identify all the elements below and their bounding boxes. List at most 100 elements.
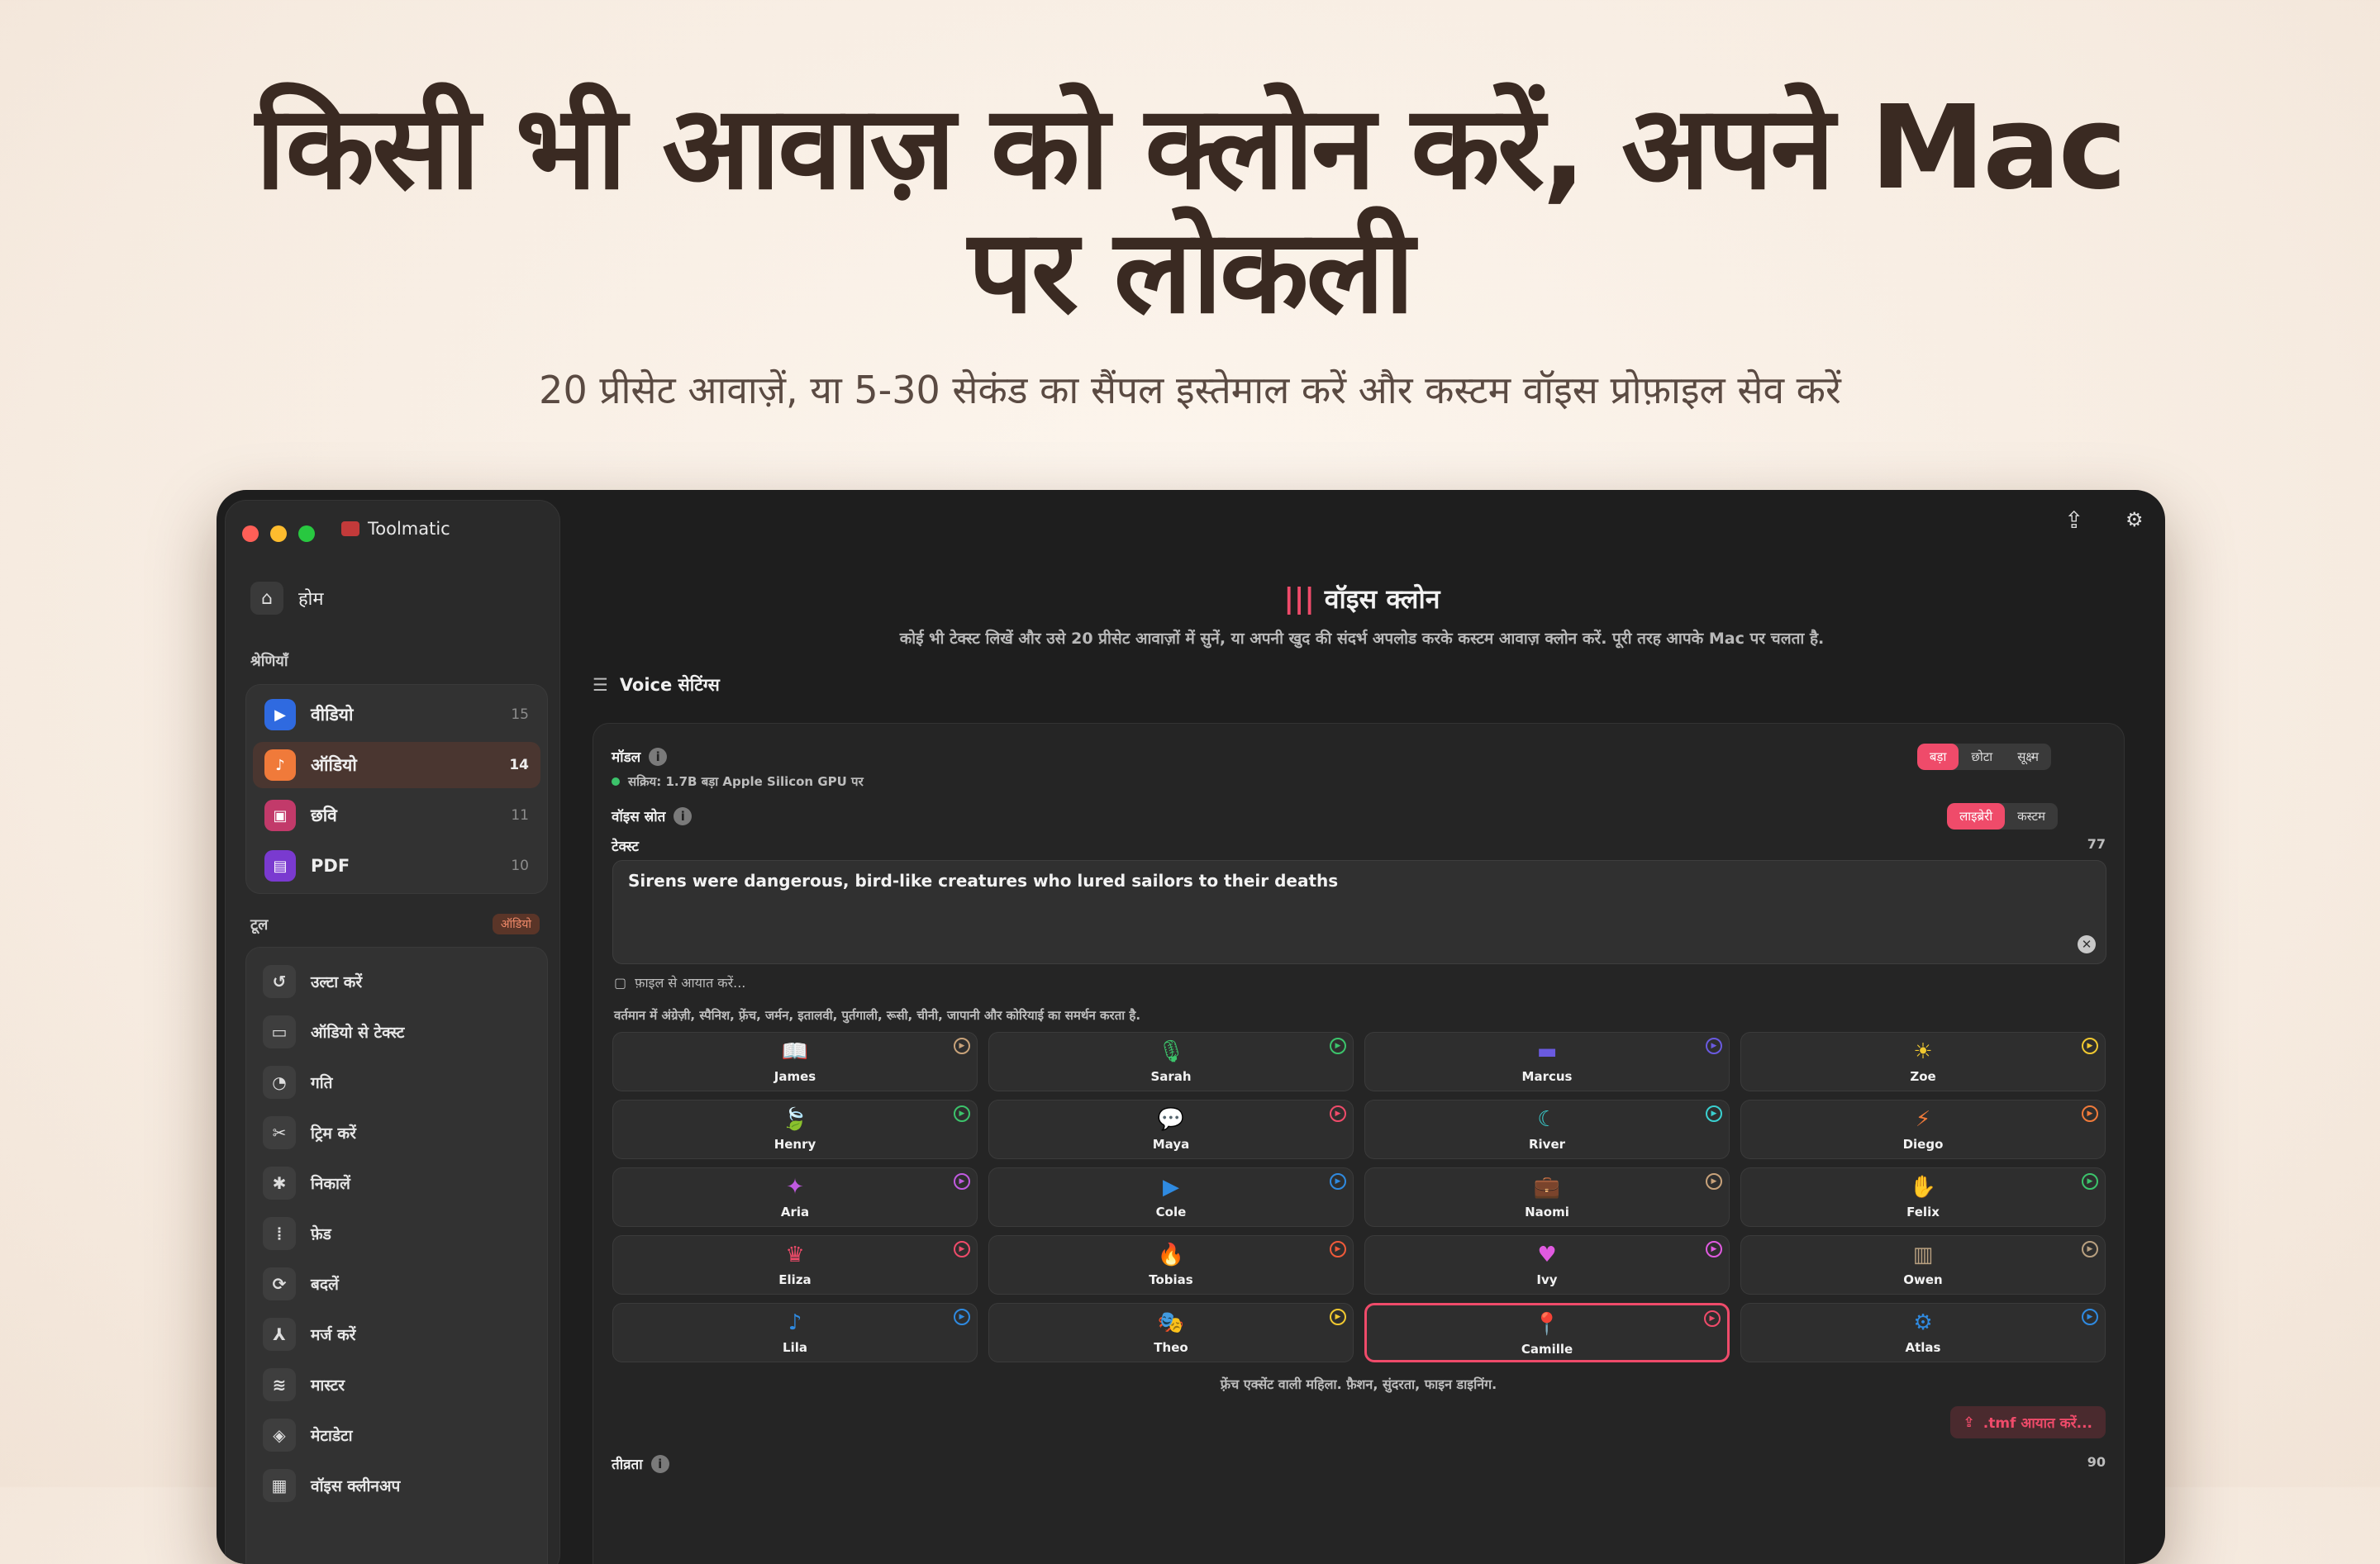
voice-card-owen[interactable]: ▥ Owen ▶ [1740, 1235, 2106, 1295]
sidebar-tool-master[interactable]: ≋ मास्टर [263, 1364, 345, 1405]
sidebar-tool-audio-to-text[interactable]: ▭ ऑडियो से टेक्स्ट [263, 1011, 404, 1053]
voice-card-henry[interactable]: 🍃 Henry ▶ [612, 1100, 978, 1159]
window-controls [242, 525, 315, 542]
category-count: 15 [511, 706, 529, 723]
play-preview-icon[interactable]: ▶ [1704, 1310, 1721, 1327]
voice-avatar-icon: 📍 [1533, 1312, 1561, 1337]
tools-label: टूल [250, 915, 269, 934]
categories-label: श्रेणियाँ [250, 653, 288, 670]
play-preview-icon[interactable]: ▶ [954, 1241, 970, 1257]
sidebar-item-pdf[interactable]: ▤ PDF 10 [253, 843, 540, 889]
minimize-window-button[interactable] [270, 525, 287, 542]
source-option-library[interactable]: लाइब्रेरी [1947, 803, 2006, 830]
play-preview-icon[interactable]: ▶ [1706, 1241, 1722, 1257]
voice-card-aria[interactable]: ✦ Aria ▶ [612, 1167, 978, 1227]
source-option-custom[interactable]: कस्टम [2005, 803, 2058, 830]
voice-avatar-icon: 🍃 [781, 1107, 809, 1132]
text-char-count: 77 [2087, 836, 2106, 852]
app-window: Toolmatic ⌂ होम श्रेणियाँ ▶ वीडियो 15 ♪ … [217, 490, 2165, 1564]
clear-text-button[interactable]: ✕ [2078, 935, 2096, 953]
voice-card-eliza[interactable]: ♛ Eliza ▶ [612, 1235, 978, 1295]
voice-card-sarah[interactable]: 🎙 Sarah ▶ [988, 1032, 1354, 1091]
share-icon[interactable]: ⇪ [2064, 506, 2083, 534]
play-preview-icon[interactable]: ▶ [1330, 1038, 1346, 1054]
voice-card-james[interactable]: 📖 James ▶ [612, 1032, 978, 1091]
voice-card-atlas[interactable]: ⚙ Atlas ▶ [1740, 1303, 2106, 1362]
language-support-note: वर्तमान में अंग्रेज़ी, स्पैनिश, फ़्रेंच,… [614, 1008, 1141, 1023]
import-from-file-link[interactable]: ▢ फ़ाइल से आयात करें... [614, 973, 745, 991]
voice-card-cole[interactable]: ▶ Cole ▶ [988, 1167, 1354, 1227]
play-preview-icon[interactable]: ▶ [954, 1038, 970, 1054]
model-option-small[interactable]: छोटा [1959, 744, 2005, 770]
play-preview-icon[interactable]: ▶ [1706, 1038, 1722, 1054]
voice-card-camille[interactable]: 📍 Camille ▶ [1364, 1303, 1730, 1362]
info-icon[interactable]: i [650, 1454, 669, 1473]
import-tmf-label: .tmf आयात करें... [1983, 1415, 2092, 1432]
voice-source-label: वॉइस स्रोत i [612, 806, 693, 825]
text-input[interactable]: Sirens were dangerous, bird-like creatur… [612, 860, 2106, 964]
play-preview-icon[interactable]: ▶ [1330, 1241, 1346, 1257]
play-preview-icon[interactable]: ▶ [1706, 1105, 1722, 1122]
close-window-button[interactable] [242, 525, 259, 542]
hero-subtitle: 20 प्रीसेट आवाज़ें, या 5-30 सेकंड का सैं… [539, 368, 1841, 412]
info-icon[interactable]: i [649, 747, 668, 766]
sidebar-item-home[interactable]: ⌂ होम [250, 582, 324, 615]
import-tmf-button[interactable]: ⇪ .tmf आयात करें... [1949, 1406, 2106, 1438]
play-preview-icon[interactable]: ▶ [954, 1173, 970, 1190]
gear-icon[interactable]: ⚙ [2125, 508, 2144, 531]
play-preview-icon[interactable]: ▶ [2082, 1241, 2098, 1257]
voice-avatar-icon: ▬ [1536, 1039, 1558, 1064]
sidebar-tool-reverse[interactable]: ↺ उल्टा करें [263, 961, 362, 1002]
categories-group: ▶ वीडियो 15 ♪ ऑडियो 14 ▣ छवि 11 ▤ PDF 10 [245, 684, 548, 894]
sidebar-tool-voice-cleanup[interactable]: ▦ वॉइस क्लीनअप [263, 1465, 400, 1506]
sidebar-tool-extract[interactable]: ✱ निकालें [263, 1162, 350, 1204]
sidebar-tool-merge[interactable]: ⅄ मर्ज करें [263, 1314, 355, 1355]
voice-card-ivy[interactable]: ♥ Ivy ▶ [1364, 1235, 1730, 1295]
voice-card-theo[interactable]: 🎭 Theo ▶ [988, 1303, 1354, 1362]
sidebar-item-image[interactable]: ▣ छवि 11 [253, 792, 540, 839]
home-icon: ⌂ [250, 582, 283, 615]
sidebar-tool-speed[interactable]: ◔ गति [263, 1062, 332, 1103]
model-status: सक्रिय: 1.7B बड़ा Apple Silicon GPU पर [612, 773, 864, 790]
sidebar-tool-convert[interactable]: ⟳ बदलें [263, 1263, 339, 1305]
sidebar-item-audio[interactable]: ♪ ऑडियो 14 [253, 742, 540, 788]
voice-name: Aria [780, 1205, 810, 1219]
play-preview-icon[interactable]: ▶ [954, 1105, 970, 1122]
sidebar-tool-metadata[interactable]: ◈ मेटाडेटा [263, 1414, 353, 1456]
model-option-large[interactable]: बड़ा [1916, 744, 1959, 770]
voice-card-naomi[interactable]: 💼 Naomi ▶ [1364, 1167, 1730, 1227]
voice-card-lila[interactable]: ♪ Lila ▶ [612, 1303, 978, 1362]
play-preview-icon[interactable]: ▶ [1330, 1309, 1346, 1325]
play-preview-icon[interactable]: ▶ [2082, 1105, 2098, 1122]
upload-icon: ⇪ [1963, 1414, 1975, 1431]
play-preview-icon[interactable]: ▶ [2082, 1038, 2098, 1054]
play-preview-icon[interactable]: ▶ [954, 1309, 970, 1325]
voice-card-diego[interactable]: ⚡ Diego ▶ [1740, 1100, 2106, 1159]
tool-label: उल्टा करें [311, 973, 363, 991]
category-count: 11 [511, 807, 529, 824]
play-preview-icon[interactable]: ▶ [2082, 1173, 2098, 1190]
info-icon[interactable]: i [674, 806, 693, 825]
voice-card-maya[interactable]: 💬 Maya ▶ [988, 1100, 1354, 1159]
sidebar-item-video[interactable]: ▶ वीडियो 15 [253, 692, 540, 738]
voice-card-zoe[interactable]: ☀ Zoe ▶ [1740, 1032, 2106, 1091]
voice-name: Theo [1154, 1340, 1188, 1355]
voice-card-tobias[interactable]: 🔥 Tobias ▶ [988, 1235, 1354, 1295]
play-preview-icon[interactable]: ▶ [1330, 1173, 1346, 1190]
play-preview-icon[interactable]: ▶ [1330, 1105, 1346, 1122]
voice-card-river[interactable]: ☾ River ▶ [1364, 1100, 1730, 1159]
model-option-tiny[interactable]: सूक्ष्म [2005, 744, 2051, 770]
tool-label: मर्ज करें [311, 1326, 356, 1344]
voice-name: Lila [783, 1340, 807, 1355]
sidebar-tool-fade[interactable]: ⦙ फ़ेड [263, 1213, 331, 1254]
voice-card-marcus[interactable]: ▬ Marcus ▶ [1364, 1032, 1730, 1091]
page-description: कोई भी टेक्स्ट लिखें और उसे 20 प्रीसेट आ… [899, 630, 1825, 648]
tool-label: ऑडियो से टेक्स्ट [311, 1024, 405, 1042]
toolbox-icon [341, 521, 359, 536]
play-preview-icon[interactable]: ▶ [1706, 1173, 1722, 1190]
play-preview-icon[interactable]: ▶ [2082, 1309, 2098, 1325]
voice-name: Diego [1902, 1137, 1944, 1152]
zoom-window-button[interactable] [298, 525, 315, 542]
sidebar-tool-trim[interactable]: ✂ ट्रिम करें [263, 1112, 356, 1153]
voice-card-felix[interactable]: ✋ Felix ▶ [1740, 1167, 2106, 1227]
